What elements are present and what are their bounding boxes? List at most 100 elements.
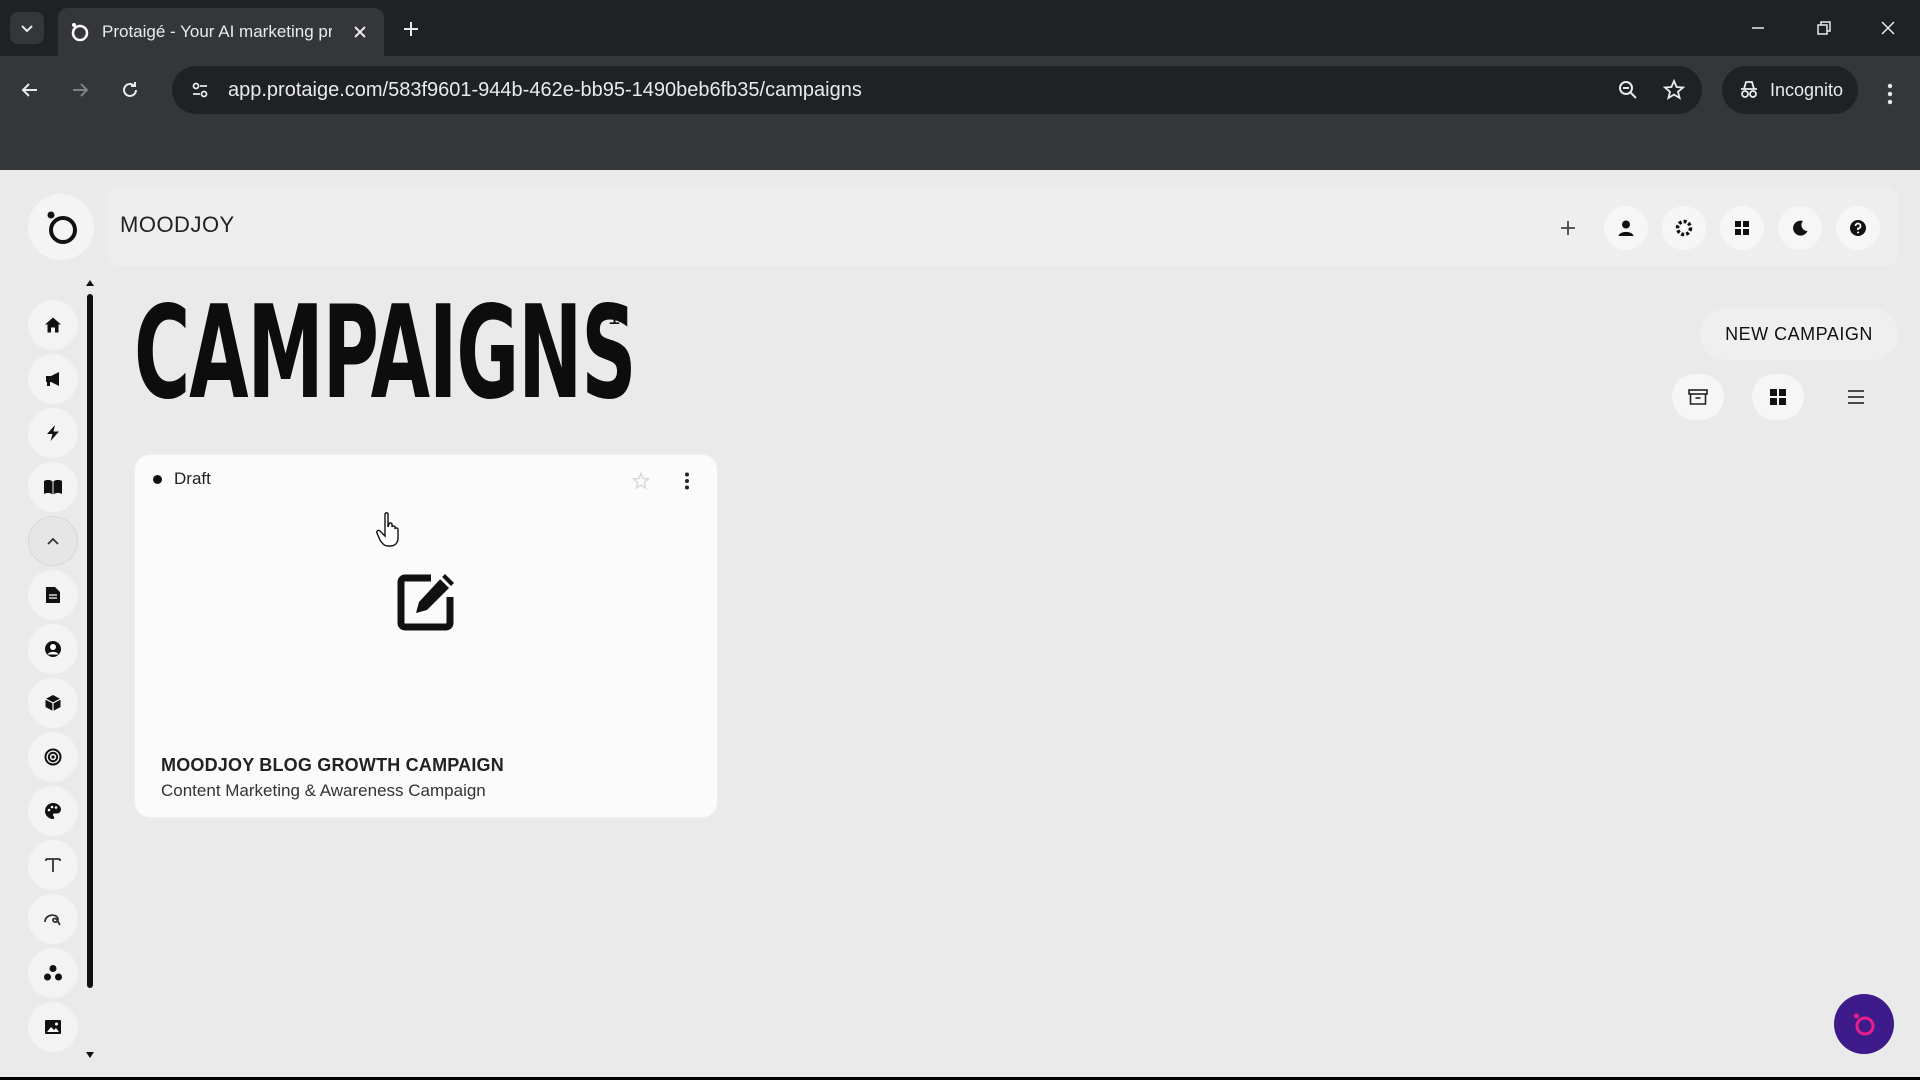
chevron-up-icon xyxy=(47,537,59,545)
app-logo[interactable] xyxy=(28,194,94,260)
campaign-title[interactable]: MOODJOY BLOG GROWTH CAMPAIGN xyxy=(161,755,504,776)
sidebar-item-library[interactable] xyxy=(28,462,78,512)
sidebar-item-home[interactable] xyxy=(28,300,78,350)
chevron-down-icon xyxy=(21,25,33,33)
moon-icon xyxy=(1793,220,1808,236)
palette-icon xyxy=(45,803,61,819)
arrow-left-icon xyxy=(21,83,37,97)
archive-button[interactable] xyxy=(1672,374,1724,420)
restore-button[interactable] xyxy=(1804,10,1844,46)
gear-icon xyxy=(1675,219,1693,237)
site-info-icon[interactable] xyxy=(180,80,220,100)
assistant-fab-button[interactable] xyxy=(1834,994,1894,1054)
pointer-cursor-icon xyxy=(376,512,399,547)
zoom-icon xyxy=(1619,81,1637,99)
browser-tab[interactable]: Protaigé - Your AI marketing pr xyxy=(58,8,384,56)
restore-icon xyxy=(1817,21,1831,35)
group-icon xyxy=(44,965,62,981)
favorite-button[interactable] xyxy=(627,467,655,495)
minimize-button[interactable] xyxy=(1738,10,1778,46)
list-view-button[interactable] xyxy=(1830,374,1882,420)
document-icon xyxy=(46,587,60,603)
back-button[interactable] xyxy=(12,72,48,108)
plus-icon xyxy=(1561,221,1575,235)
sidebar-item-images[interactable] xyxy=(28,1002,78,1052)
new-tab-button[interactable] xyxy=(396,14,426,44)
scroll-up-arrow[interactable] xyxy=(86,280,94,286)
sidebar-item-text[interactable] xyxy=(28,840,78,890)
protaige-favicon-icon xyxy=(71,23,89,42)
sidebar-item-brand[interactable] xyxy=(28,786,78,836)
new-campaign-button[interactable]: NEW CAMPAIGN xyxy=(1700,308,1898,360)
help-icon xyxy=(1850,220,1866,236)
user-icon xyxy=(1618,220,1634,236)
browser-menu-button[interactable] xyxy=(1872,76,1908,112)
incognito-label: Incognito xyxy=(1770,79,1844,100)
text-icon xyxy=(45,858,61,872)
status-label: Draft xyxy=(174,469,211,488)
more-vertical-icon xyxy=(685,472,689,490)
apps-button[interactable] xyxy=(1720,206,1764,250)
edit-icon xyxy=(397,574,454,631)
archive-icon xyxy=(1688,389,1708,405)
plus-icon xyxy=(404,22,418,36)
minimize-icon xyxy=(1752,27,1764,29)
browser-toolbar: app.protaige.com/583f9601-944b-462e-bb95… xyxy=(0,56,1920,176)
sidebar-item-audience[interactable] xyxy=(28,948,78,998)
tab-title: Protaigé - Your AI marketing pr xyxy=(102,22,332,41)
tab-close-button[interactable] xyxy=(348,20,372,44)
help-button[interactable] xyxy=(1836,206,1880,250)
tab-search-button[interactable] xyxy=(10,12,44,44)
sidebar-item-automations[interactable] xyxy=(28,408,78,458)
workspace-name[interactable]: MOODJOY xyxy=(120,212,235,238)
home-icon xyxy=(45,317,61,333)
target-icon xyxy=(44,748,62,766)
sidebar-item-documents[interactable] xyxy=(28,570,78,620)
close-icon xyxy=(1881,21,1895,35)
campaign-count: 1 xyxy=(608,304,621,329)
more-vertical-icon xyxy=(1887,83,1893,105)
sidebar-item-personas[interactable] xyxy=(28,624,78,674)
grid-view-icon xyxy=(1770,389,1786,405)
protaige-logo-icon xyxy=(47,211,77,244)
grid-icon xyxy=(1735,221,1749,235)
card-menu-button[interactable] xyxy=(675,467,699,495)
forward-button[interactable] xyxy=(62,72,98,108)
sidebar-item-tone[interactable] xyxy=(28,894,78,944)
sidebar-scrollbar[interactable] xyxy=(87,294,93,988)
bolt-icon xyxy=(47,425,59,441)
user-circle-icon xyxy=(45,641,61,657)
grid-view-button[interactable] xyxy=(1752,374,1804,420)
scroll-down-arrow[interactable] xyxy=(86,1052,94,1058)
swirl-icon xyxy=(44,914,61,926)
incognito-indicator[interactable]: Incognito xyxy=(1722,66,1858,114)
app-header: MOODJOY xyxy=(108,188,1898,266)
sidebar-collapse-button[interactable] xyxy=(28,516,78,566)
close-window-button[interactable] xyxy=(1868,10,1908,46)
cube-icon xyxy=(45,695,61,711)
settings-button[interactable] xyxy=(1662,206,1706,250)
zoom-button[interactable] xyxy=(1608,66,1648,114)
close-icon xyxy=(354,26,366,38)
profile-button[interactable] xyxy=(1604,206,1648,250)
create-button[interactable] xyxy=(1546,206,1590,250)
campaign-subtitle: Content Marketing & Awareness Campaign xyxy=(161,781,486,800)
incognito-icon xyxy=(1741,81,1757,98)
star-icon xyxy=(632,472,650,490)
protaige-logo-icon xyxy=(1854,1013,1875,1036)
status-badge: Draft xyxy=(153,469,211,489)
sidebar-item-goals[interactable] xyxy=(28,732,78,782)
star-icon xyxy=(1663,79,1685,100)
campaign-card[interactable]: Draft MOODJOY BLOG GROWTH CAMPAIGN Conte… xyxy=(134,454,718,818)
browser-tab-bar: Protaigé - Your AI marketing pr xyxy=(0,0,1920,56)
reload-button[interactable] xyxy=(112,72,148,108)
theme-toggle-button[interactable] xyxy=(1778,206,1822,250)
arrow-right-icon xyxy=(73,83,89,97)
sidebar-item-campaigns[interactable] xyxy=(28,354,78,404)
address-bar[interactable]: app.protaige.com/583f9601-944b-462e-bb95… xyxy=(172,66,1702,114)
image-icon xyxy=(45,1020,61,1034)
sidebar-item-products[interactable] xyxy=(28,678,78,728)
book-icon xyxy=(44,479,62,495)
bookmark-button[interactable] xyxy=(1654,66,1694,114)
app-root: MOODJOY CAMPAIGNS 1 NEW CAMPAIGN Draft M… xyxy=(0,170,1920,1078)
